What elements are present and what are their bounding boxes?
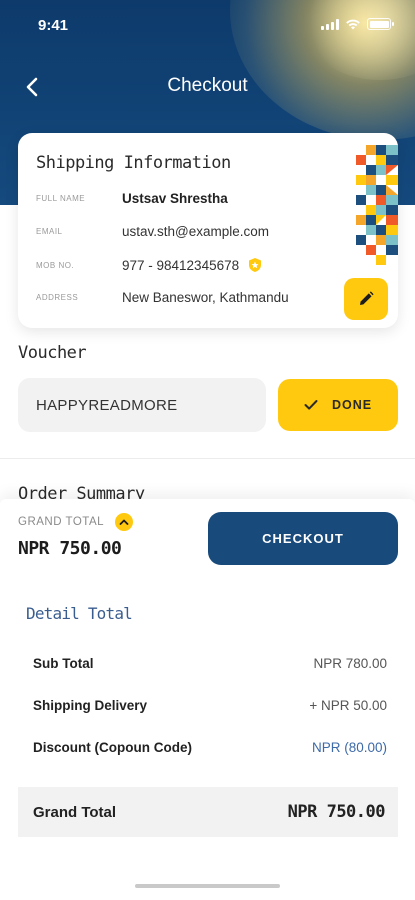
- detail-total-title: Detail Total: [26, 604, 133, 623]
- signal-icon: [321, 18, 339, 30]
- status-time: 9:41: [38, 17, 69, 34]
- row-value: + NPR 50.00: [309, 698, 387, 713]
- info-row-full-name: FULL NAME Ustsav Shrestha: [36, 191, 228, 206]
- info-value-name: Ustsav Shrestha: [122, 191, 228, 206]
- row-label: Shipping Delivery: [33, 698, 148, 713]
- check-icon: [304, 400, 318, 410]
- info-row-email: EMAIL ustav.sth@example.com: [36, 224, 269, 239]
- done-label: DONE: [331, 398, 373, 412]
- edit-shipping-button[interactable]: [344, 278, 388, 320]
- info-value-email: ustav.sth@example.com: [122, 224, 270, 239]
- status-icons: [321, 18, 394, 30]
- info-row-address: ADDRESS New Baneswor, Kathmandu: [36, 290, 289, 305]
- info-label: MOB NO.: [36, 260, 75, 270]
- info-value-mobile: 977 - 98412345678: [122, 257, 240, 273]
- info-label: EMAIL: [36, 227, 63, 236]
- row-value-discount: NPR (80.00): [311, 740, 387, 755]
- shipping-info-card: Shipping Information FULL NAME Ustsav Sh…: [18, 133, 398, 328]
- home-indicator[interactable]: [135, 884, 280, 888]
- info-row-mobile: MOB NO. 977 - 98412345678: [36, 257, 263, 273]
- info-value-address: New Baneswor, Kathmandu: [122, 290, 289, 305]
- detail-row-shipping: Shipping Delivery + NPR 50.00: [33, 698, 387, 713]
- order-summary-heading: Order Summary: [18, 484, 145, 499]
- nav-bar: Checkout: [0, 62, 415, 110]
- info-label: FULL NAME: [36, 194, 86, 203]
- verified-shield-icon: [249, 258, 262, 272]
- row-label: Sub Total: [33, 656, 94, 671]
- checkout-bottom-sheet: GRAND TOTAL NPR 750.00 CHECKOUT Detail T…: [0, 499, 415, 900]
- divider: [0, 458, 415, 459]
- voucher-label: Voucher: [18, 343, 87, 363]
- voucher-done-button[interactable]: DONE: [278, 379, 398, 431]
- detail-row-discount: Discount (Copoun Code) NPR (80.00): [33, 740, 387, 755]
- row-value: NPR 780.00: [313, 656, 387, 671]
- shipping-title: Shipping Information: [36, 153, 231, 173]
- grand-total-value: NPR 750.00: [18, 538, 122, 559]
- wifi-icon: [346, 19, 360, 30]
- grand-total-row: Grand Total NPR 750.00: [18, 787, 398, 837]
- checkout-label: CHECKOUT: [262, 531, 344, 546]
- info-label: ADDRESS: [36, 293, 79, 302]
- expand-summary-button[interactable]: [115, 513, 133, 531]
- checkout-button[interactable]: CHECKOUT: [208, 512, 398, 565]
- battery-icon: [367, 18, 394, 30]
- row-label: Discount (Copoun Code): [33, 740, 192, 755]
- geometric-pattern-decoration: [356, 145, 398, 265]
- page-title: Checkout: [167, 75, 248, 96]
- grand-total-label: GRAND TOTAL: [18, 516, 105, 528]
- detail-row-subtotal: Sub Total NPR 780.00: [33, 656, 387, 671]
- pencil-icon: [360, 291, 374, 305]
- chevron-up-icon: [119, 519, 129, 525]
- grand-total-row-label: Grand Total: [33, 803, 117, 821]
- grand-total-row-value: NPR 750.00: [287, 802, 386, 822]
- voucher-code-input[interactable]: [18, 378, 266, 432]
- status-bar: 9:41: [0, 0, 415, 50]
